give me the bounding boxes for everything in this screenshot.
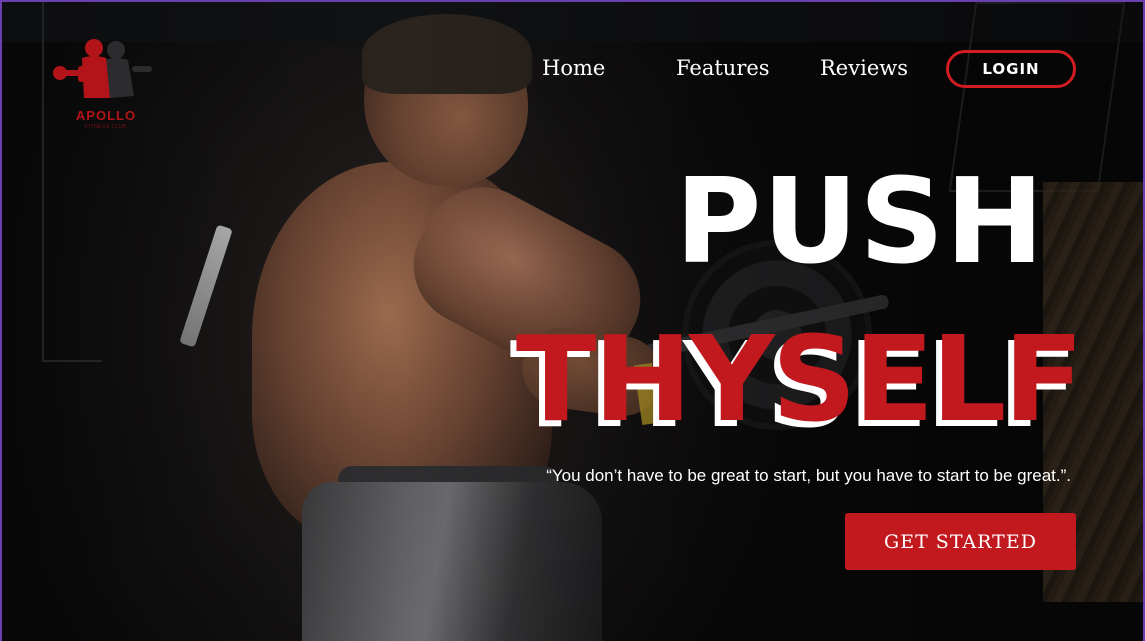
logo-tagline: FITNESS CLUB bbox=[85, 124, 127, 130]
get-started-button[interactable]: GET STARTED bbox=[845, 513, 1076, 570]
nav-link-reviews[interactable]: Reviews bbox=[820, 56, 908, 80]
brand-logo[interactable]: APOLLO FITNESS CLUB bbox=[48, 36, 156, 132]
athlete-logo-icon bbox=[53, 39, 152, 98]
nav-link-features[interactable]: Features bbox=[676, 56, 770, 80]
headline-push: PUSH bbox=[674, 152, 1045, 290]
headline-thyself: THYSELF bbox=[515, 310, 1084, 448]
hero-section: APOLLO FITNESS CLUB Home Features Review… bbox=[0, 0, 1145, 641]
nav-link-home[interactable]: Home bbox=[542, 56, 605, 80]
hero-quote: “You don’t have to be great to start, bu… bbox=[546, 466, 1071, 485]
login-button[interactable]: LOGIN bbox=[946, 50, 1076, 88]
logo-wordmark: APOLLO bbox=[75, 108, 137, 123]
